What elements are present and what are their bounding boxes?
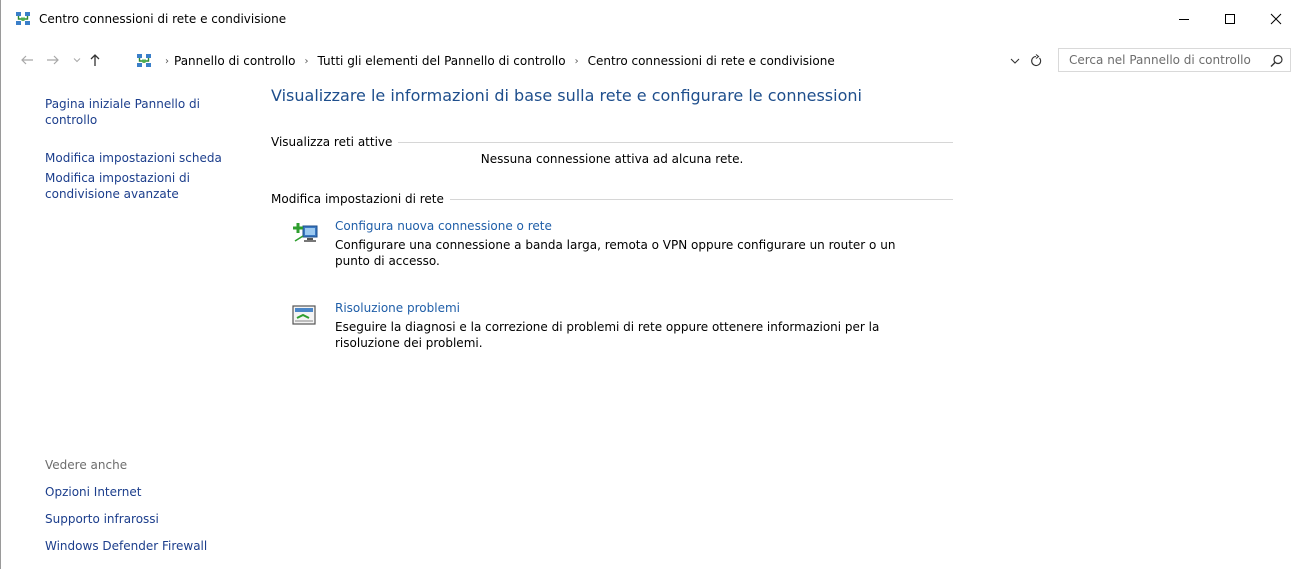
search-icon[interactable] [1270,54,1284,68]
left-pane: Pagina iniziale Pannello di controllo Mo… [45,96,245,202]
task-new-connection: Configura nuova connessione o rete Confi… [291,219,931,279]
minimize-icon [1179,19,1189,20]
maximize-button[interactable] [1207,0,1253,38]
breadcrumb-item-all-items[interactable]: Tutti gli elementi del Pannello di contr… [318,54,566,68]
arrow-left-icon [21,55,33,65]
chevron-right-icon[interactable]: › [566,56,588,67]
troubleshoot-icon[interactable] [291,303,321,327]
link-control-panel-home[interactable]: Pagina iniziale Pannello di controllo [45,96,220,128]
link-setup-new-connection[interactable]: Configura nuova connessione o rete [335,219,552,233]
forward-button[interactable] [45,52,61,68]
no-connection-message: Nessuna connessione attiva ad alcuna ret… [480,152,744,166]
chevron-down-icon[interactable] [1008,54,1022,68]
section-label: Visualizza reti attive [271,135,393,149]
breadcrumb-item-control-panel[interactable]: Pannello di controllo [174,54,296,68]
link-advanced-sharing-settings[interactable]: Modifica impostazioni di condivisione av… [45,170,220,202]
see-also-label: Vedere anche [45,458,128,472]
task-description: Configurare una connessione a banda larg… [335,238,896,268]
back-button[interactable] [19,52,35,68]
section-change-settings: Modifica impostazioni di rete [271,191,953,207]
maximize-icon [1225,14,1235,24]
breadcrumb-item-network-center[interactable]: Centro connessioni di rete e condivision… [588,54,835,68]
network-center-icon [137,54,151,67]
section-label: Modifica impostazioni di rete [271,192,444,206]
link-windows-defender-firewall[interactable]: Windows Defender Firewall [45,539,207,553]
address-bar[interactable]: › Pannello di controllo › Tutti gli elem… [111,48,1051,72]
chevron-right-icon[interactable]: › [160,56,174,67]
close-button[interactable] [1253,0,1296,38]
task-description: Eseguire la diagnosi e la correzione di … [335,320,880,350]
navigation-bar: › Pannello di controllo › Tutti gli elem… [1,46,1296,74]
divider [449,198,953,200]
window-title: Centro connessioni di rete e condivision… [39,12,287,26]
search-input[interactable] [1069,53,1259,67]
arrow-right-icon [47,55,59,65]
network-center-icon [16,12,30,25]
new-connection-icon[interactable] [291,221,321,245]
up-button[interactable] [87,52,103,68]
chevron-right-icon[interactable]: › [296,56,318,67]
recent-locations-button[interactable] [69,52,85,68]
link-internet-options[interactable]: Opzioni Internet [45,485,141,499]
title-bar: Centro connessioni di rete e condivision… [1,0,1296,38]
link-troubleshoot-problems[interactable]: Risoluzione problemi [335,301,460,315]
arrow-up-icon [90,54,100,66]
chevron-down-icon [73,58,81,63]
minimize-button[interactable] [1161,0,1207,38]
divider [398,141,953,143]
window: Centro connessioni di rete e condivision… [0,0,1296,569]
link-change-adapter-settings[interactable]: Modifica impostazioni scheda [45,150,245,166]
page-title: Visualizzare le informazioni di base sul… [271,86,862,105]
link-infrared[interactable]: Supporto infrarossi [45,512,159,526]
refresh-icon[interactable] [1029,54,1043,68]
close-icon [1270,13,1282,25]
section-active-networks: Visualizza reti attive [271,134,953,150]
breadcrumb: › Pannello di controllo › Tutti gli elem… [160,54,835,68]
task-troubleshoot: Risoluzione problemi Eseguire la diagnos… [291,301,931,361]
search-box[interactable] [1058,48,1291,72]
